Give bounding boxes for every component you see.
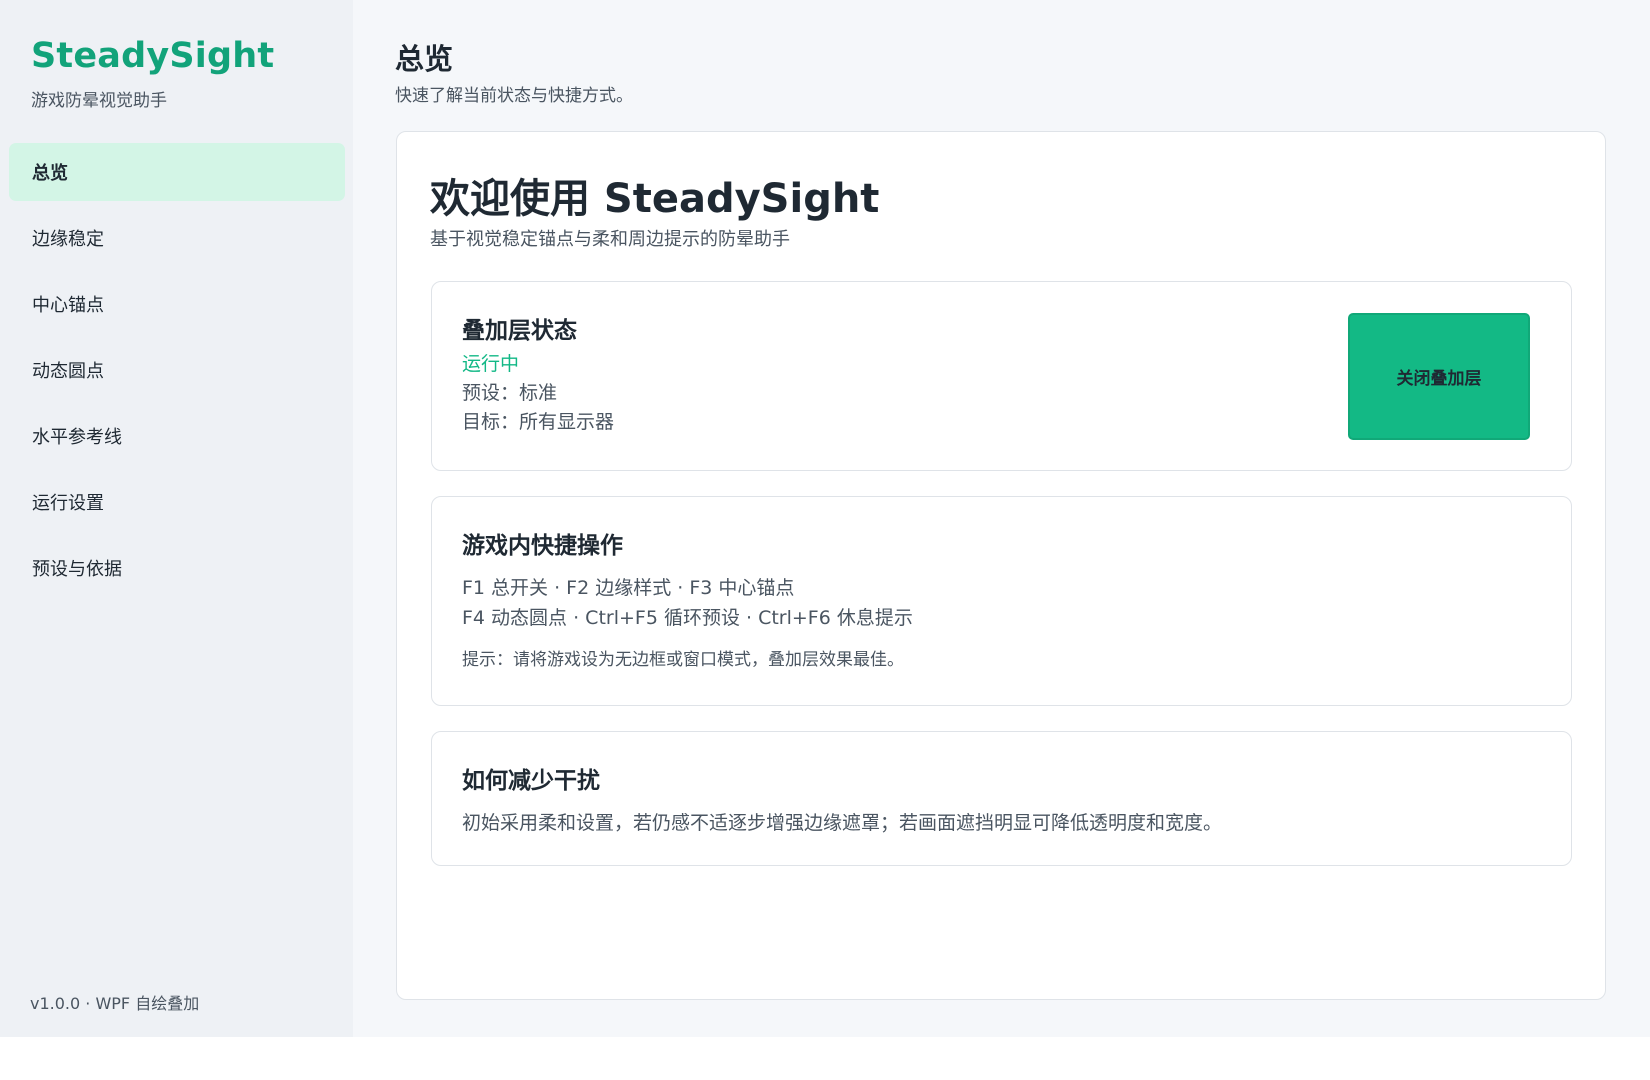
sidebar-item-center-anchor[interactable]: 中心锚点: [9, 275, 345, 333]
brand-subtitle: 游戏防晕视觉助手: [31, 91, 167, 111]
tips-panel: 如何减少干扰 初始采用柔和设置，若仍感不适逐步增强边缘遮罩；若画面遮挡明显可降低…: [431, 731, 1572, 866]
tips-text: 初始采用柔和设置，若仍感不适逐步增强边缘遮罩；若画面遮挡明显可降低透明度和宽度。: [462, 812, 1223, 834]
overview-card: 欢迎使用 SteadySight 基于视觉稳定锚点与柔和周边提示的防晕助手 叠加…: [396, 131, 1606, 1000]
shortcuts-line-2: F4 动态圆点 · Ctrl+F5 循环预设 · Ctrl+F6 休息提示: [462, 607, 913, 629]
brand-title: SteadySight: [31, 36, 275, 76]
sidebar: SteadySight 游戏防晕视觉助手 总览 边缘稳定 中心锚点 动态圆点 水…: [0, 0, 353, 1037]
shortcuts-title: 游戏内快捷操作: [462, 533, 623, 559]
sidebar-item-presets[interactable]: 预设与依据: [9, 539, 345, 597]
sidebar-item-dynamic-dots[interactable]: 动态圆点: [9, 341, 345, 399]
sidebar-item-run-settings[interactable]: 运行设置: [9, 473, 345, 531]
page-subtitle: 快速了解当前状态与快捷方式。: [395, 86, 633, 106]
shortcuts-hint: 提示：请将游戏设为无边框或窗口模式，叠加层效果最佳。: [462, 650, 904, 670]
shortcuts-line-1: F1 总开关 · F2 边缘样式 · F3 中心锚点: [462, 577, 795, 599]
close-overlay-button[interactable]: 关闭叠加层: [1348, 313, 1530, 440]
main-content: 总览 快速了解当前状态与快捷方式。 欢迎使用 SteadySight 基于视觉稳…: [353, 0, 1650, 1037]
overlay-status-title: 叠加层状态: [462, 318, 577, 344]
shortcuts-panel: 游戏内快捷操作 F1 总开关 · F2 边缘样式 · F3 中心锚点 F4 动态…: [431, 496, 1572, 706]
overlay-preset: 预设：标准: [462, 382, 558, 404]
sidebar-nav: 总览 边缘稳定 中心锚点 动态圆点 水平参考线 运行设置 预设与依据: [9, 143, 345, 605]
tips-title: 如何减少干扰: [462, 768, 600, 794]
overlay-status-panel: 叠加层状态 运行中 预设：标准 目标：所有显示器 关闭叠加层: [431, 281, 1572, 471]
page-title: 总览: [395, 42, 454, 76]
welcome-subtitle: 基于视觉稳定锚点与柔和周边提示的防晕助手: [430, 229, 790, 250]
overlay-status-state: 运行中: [462, 353, 520, 375]
sidebar-item-horizon-line[interactable]: 水平参考线: [9, 407, 345, 465]
welcome-title: 欢迎使用 SteadySight: [430, 176, 880, 222]
version-label: v1.0.0 · WPF 自绘叠加: [30, 994, 200, 1013]
overlay-target: 目标：所有显示器: [462, 411, 615, 433]
sidebar-item-edge-stabilization[interactable]: 边缘稳定: [9, 209, 345, 267]
sidebar-item-overview[interactable]: 总览: [9, 143, 345, 201]
app-window: SteadySight 游戏防晕视觉助手 总览 边缘稳定 中心锚点 动态圆点 水…: [0, 0, 1650, 1037]
